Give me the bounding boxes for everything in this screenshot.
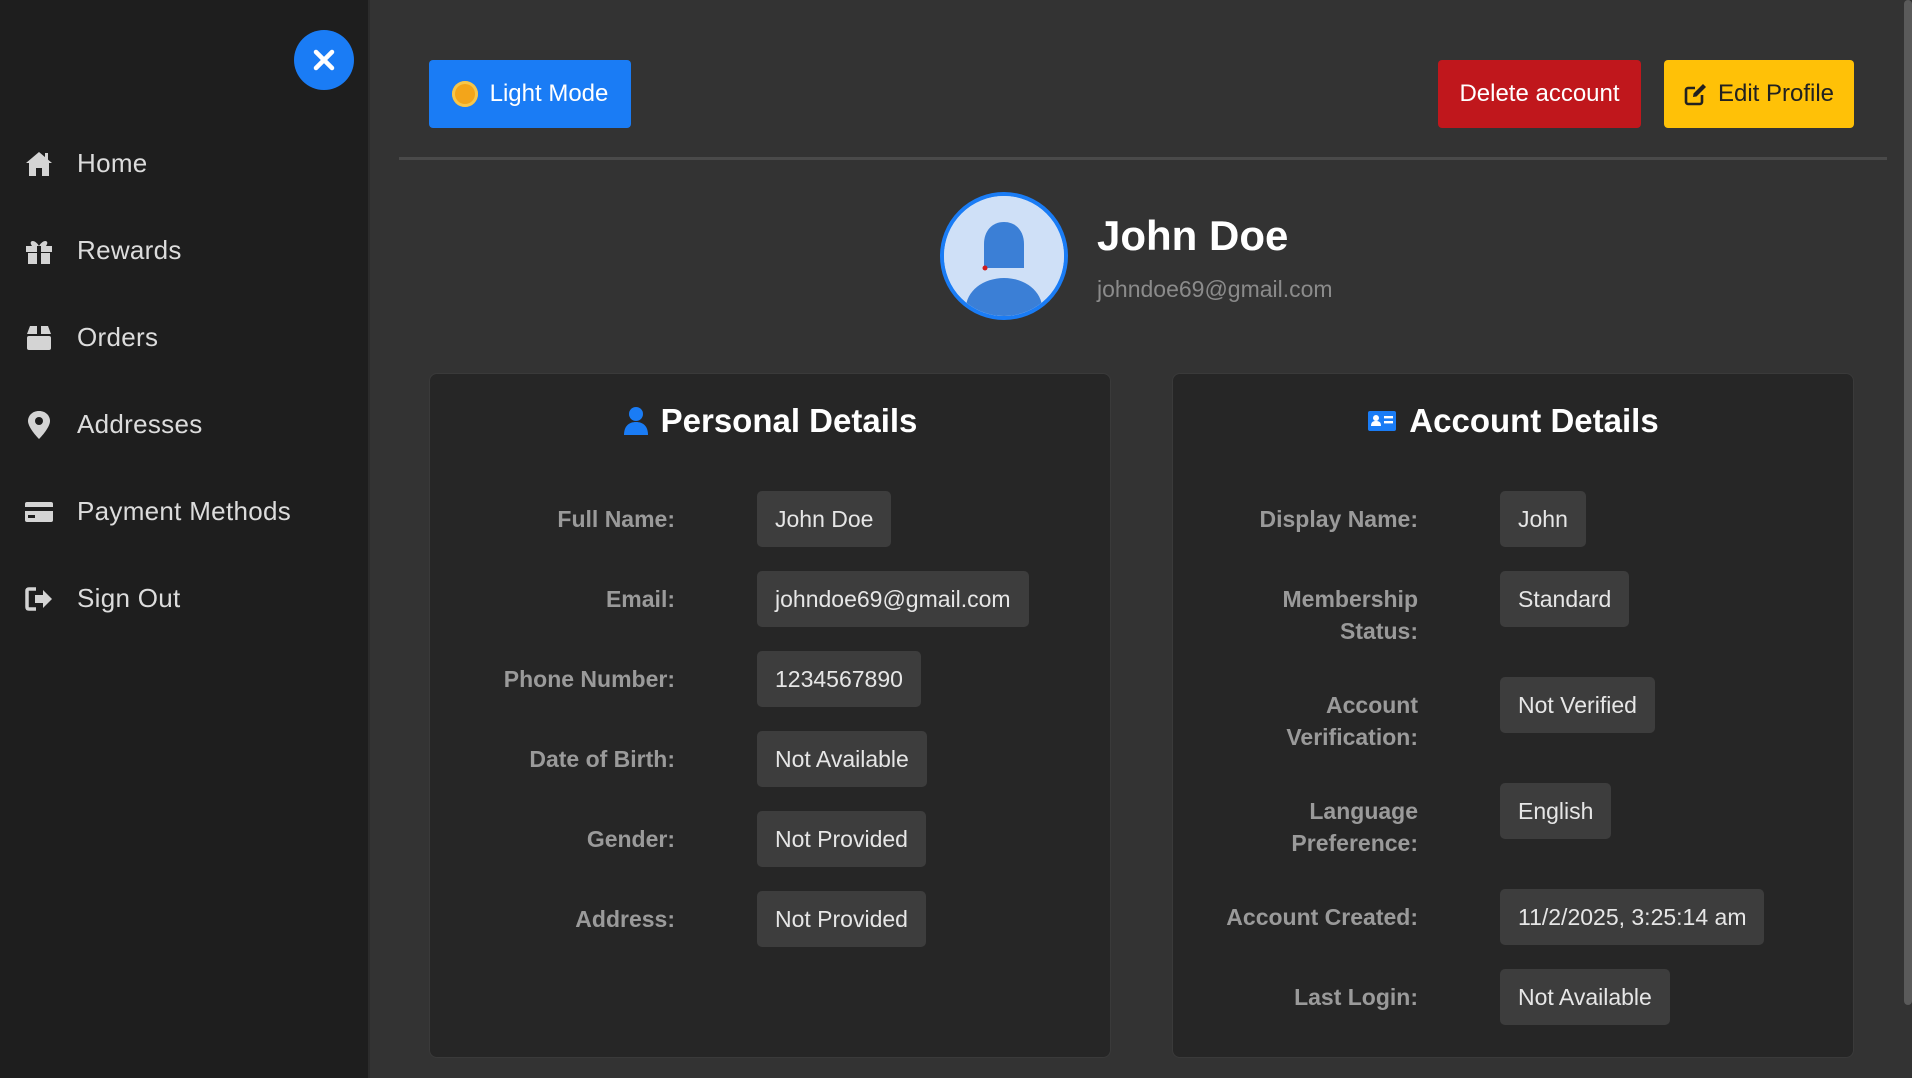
edit-profile-label: Edit Profile — [1717, 80, 1835, 107]
field-value: Not Available — [757, 731, 927, 787]
edit-profile-button[interactable]: Edit Profile — [1664, 60, 1854, 128]
field-label: Membership Status: — [1282, 586, 1418, 644]
delete-account-label: Delete account — [1459, 80, 1620, 107]
sidebar-item-label: Rewards — [77, 235, 182, 265]
page-scrollbar[interactable] — [1904, 0, 1912, 1005]
field-value: English — [1500, 783, 1612, 839]
sidebar-item-label: Addresses — [77, 409, 203, 439]
main-content: Light Mode Delete account Edit Profile J… — [372, 0, 1890, 1078]
sidebar-item-label: Home — [77, 148, 148, 178]
box-icon — [24, 323, 54, 353]
avatar — [940, 192, 1068, 320]
field-value: John — [1500, 491, 1586, 547]
field-value: John Doe — [757, 491, 892, 547]
gift-icon — [24, 236, 54, 266]
sidebar-item-home[interactable]: Home — [0, 120, 368, 207]
account-details-card: Account Details Display Name: John Membe… — [1172, 373, 1854, 1058]
sidebar-item-orders[interactable]: Orders — [0, 294, 368, 381]
sun-icon — [451, 81, 478, 107]
sidebar-item-rewards[interactable]: Rewards — [0, 207, 368, 294]
credit-card-icon — [24, 497, 54, 527]
personal-details-heading: Personal Details — [660, 402, 918, 439]
sidebar-item-payment-methods[interactable]: Payment Methods — [0, 468, 368, 555]
field-value: Not Verified — [1500, 677, 1655, 733]
sidebar-nav: Home Rewards Orders Addresses Payment Me… — [0, 120, 368, 642]
field-label: Email: — [605, 586, 675, 612]
home-icon — [24, 149, 54, 179]
sidebar-item-addresses[interactable]: Addresses — [0, 381, 368, 468]
sidebar-item-label: Orders — [77, 322, 159, 352]
sidebar-item-sign-out[interactable]: Sign Out — [0, 555, 368, 642]
edit-icon — [1684, 84, 1706, 106]
sidebar-item-label: Payment Methods — [77, 496, 292, 526]
field-value: 11/2/2025, 3:25:14 am — [1500, 889, 1765, 945]
field-label: Full Name: — [557, 506, 675, 532]
field-label: Language Preference: — [1291, 798, 1418, 856]
field-label: Date of Birth: — [529, 746, 675, 772]
profile-name: John Doe — [1097, 212, 1289, 259]
field-label: Display Name: — [1259, 506, 1418, 532]
delete-account-button[interactable]: Delete account — [1438, 60, 1641, 128]
id-card-icon — [1368, 411, 1397, 431]
light-mode-button[interactable]: Light Mode — [429, 60, 631, 128]
field-label: Account Verification: — [1286, 692, 1418, 750]
personal-details-title: Personal Details — [430, 402, 1110, 440]
field-label: Account Created: — [1226, 904, 1418, 930]
close-sidebar-button[interactable] — [294, 30, 354, 90]
field-value: Standard — [1500, 571, 1630, 627]
field-value: johndoe69@gmail.com — [757, 571, 1029, 627]
account-details-heading: Account Details — [1409, 402, 1659, 439]
field-label: Address: — [575, 906, 675, 932]
field-value: 1234567890 — [757, 651, 921, 707]
field-label: Phone Number: — [503, 666, 675, 692]
close-icon — [313, 49, 335, 71]
field-value: Not Available — [1500, 969, 1670, 1025]
field-label: Last Login: — [1294, 984, 1418, 1010]
map-pin-icon — [24, 410, 54, 440]
field-value: Not Provided — [757, 811, 926, 867]
field-value: Not Provided — [757, 891, 926, 947]
sign-out-icon — [24, 584, 54, 614]
header-divider — [399, 157, 1887, 160]
sidebar-item-label: Sign Out — [77, 583, 181, 613]
light-mode-label: Light Mode — [489, 80, 609, 107]
user-icon — [623, 407, 648, 435]
account-details-title: Account Details — [1173, 402, 1853, 440]
profile-email: johndoe69@gmail.com — [1097, 276, 1333, 302]
field-label: Gender: — [586, 826, 675, 852]
user-avatar-icon — [944, 196, 1064, 316]
personal-details-card: Personal Details Full Name: John Doe Ema… — [429, 373, 1111, 1058]
sidebar: Home Rewards Orders Addresses Payment Me… — [0, 0, 370, 1078]
